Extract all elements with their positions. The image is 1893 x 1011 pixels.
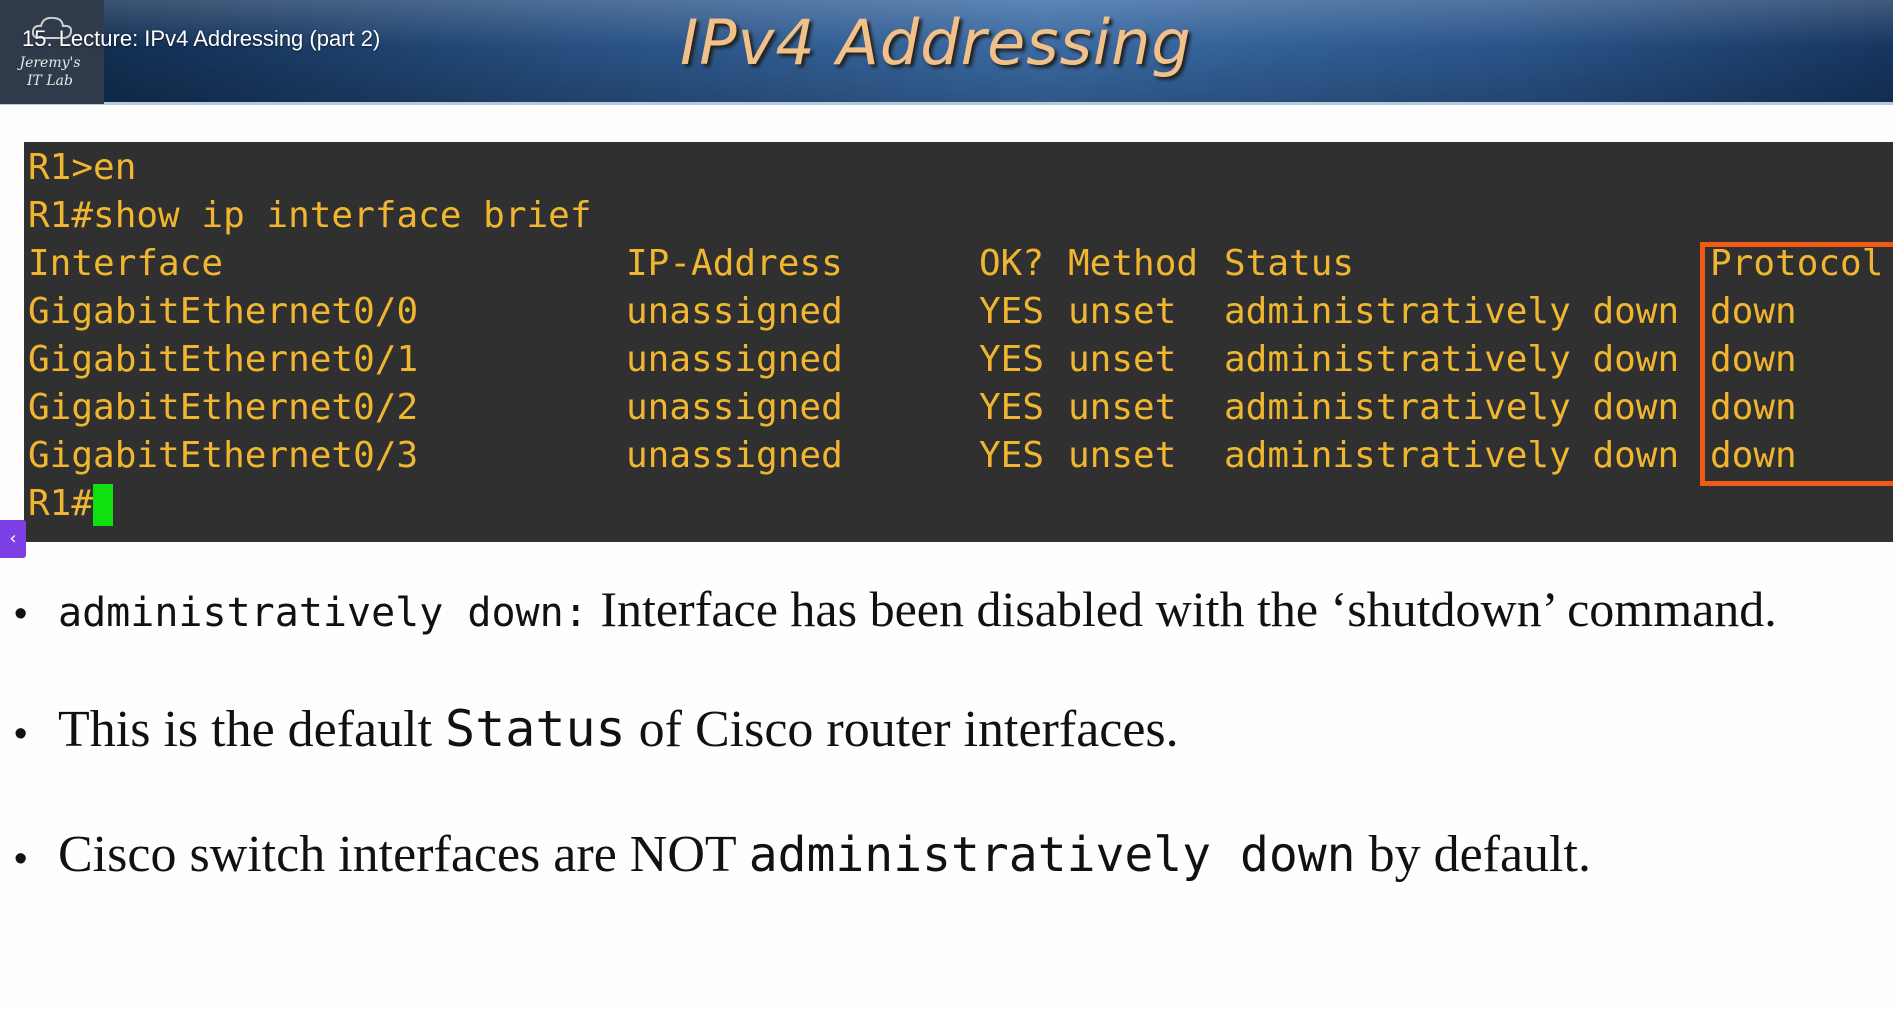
table-header-row: Interface IP-Address OK? Method Status P… [24, 240, 1893, 288]
bullet-text: by default. [1355, 826, 1591, 883]
cell-ip: unassigned [626, 387, 843, 428]
chevron-left-icon: ‹ [9, 528, 17, 549]
protocol-column-highlight [1700, 242, 1893, 486]
bullet-code: administratively down [748, 827, 1356, 883]
terminal-output: R1>en R1#show ip interface brief Interfa… [24, 142, 1893, 542]
cell-ip: unassigned [626, 291, 843, 332]
cell-method: unset [1068, 339, 1177, 380]
cell-status: administratively down [1224, 339, 1680, 380]
bullet-text: Interface has been disabled with the ‘sh… [587, 581, 1777, 637]
table-row: GigabitEthernet0/0 unassigned YES unset … [24, 288, 1893, 336]
bullet-text: Cisco switch interfaces are NOT [58, 826, 749, 883]
bullet-dot: • [14, 712, 28, 755]
side-panel-toggle[interactable]: ‹ [0, 520, 26, 558]
bullet-text: of Cisco router interfaces. [625, 701, 1179, 758]
table-row: GigabitEthernet0/1 unassigned YES unset … [24, 336, 1893, 384]
table-row: GigabitEthernet0/2 unassigned YES unset … [24, 384, 1893, 432]
column-header-status: Status [1224, 243, 1355, 284]
cell-status: administratively down [1224, 291, 1680, 332]
cell-method: unset [1068, 291, 1177, 332]
cell-interface: GigabitEthernet0/1 [28, 339, 419, 380]
bullet-dot: • [14, 837, 28, 880]
column-header-method: Method [1068, 243, 1199, 284]
bullet-item: • administratively down: Interface has be… [14, 580, 1777, 638]
logo-text: Jeremy's IT Lab [0, 54, 100, 90]
cell-method: unset [1068, 435, 1177, 476]
terminal-line: R1#show ip interface brief [28, 195, 592, 236]
terminal-cursor [93, 484, 114, 526]
cell-status: administratively down [1224, 387, 1680, 428]
bullet-item: • Cisco switch interfaces are NOT adminis… [14, 825, 1591, 884]
column-header-interface: Interface [28, 243, 224, 284]
bullet-code: administratively down: [58, 590, 588, 636]
bullet-code: Status [445, 700, 626, 758]
column-header-ip: IP-Address [626, 243, 843, 284]
logo-text-line2: IT Lab [27, 73, 73, 89]
cell-interface: GigabitEthernet0/2 [28, 387, 419, 428]
cell-status: administratively down [1224, 435, 1680, 476]
cell-ok: YES [979, 435, 1045, 476]
slide-title: IPv4 Addressing [680, 6, 1192, 79]
channel-logo: Jeremy's IT Lab [0, 0, 104, 104]
terminal-prompt: R1# [28, 483, 94, 524]
cell-ip: unassigned [626, 339, 843, 380]
cell-method: unset [1068, 387, 1177, 428]
bullet-item: • This is the default Status of Cisco rou… [14, 700, 1179, 759]
bullet-dot: • [14, 593, 28, 636]
cell-interface: GigabitEthernet0/3 [28, 435, 419, 476]
lecture-title: 15. Lecture: IPv4 Addressing (part 2) [22, 26, 381, 51]
bullet-text: This is the default [58, 701, 446, 758]
cell-ok: YES [979, 339, 1045, 380]
header-divider [0, 102, 1893, 105]
cell-ip: unassigned [626, 435, 843, 476]
table-row: GigabitEthernet0/3 unassigned YES unset … [24, 432, 1893, 480]
cell-interface: GigabitEthernet0/0 [28, 291, 419, 332]
logo-text-line1: Jeremy's [19, 55, 81, 71]
terminal-line: R1>en [28, 147, 137, 188]
terminal-prompt-line: R1# [28, 480, 114, 528]
cell-ok: YES [979, 291, 1045, 332]
cell-ok: YES [979, 387, 1045, 428]
column-header-ok: OK? [979, 243, 1045, 284]
